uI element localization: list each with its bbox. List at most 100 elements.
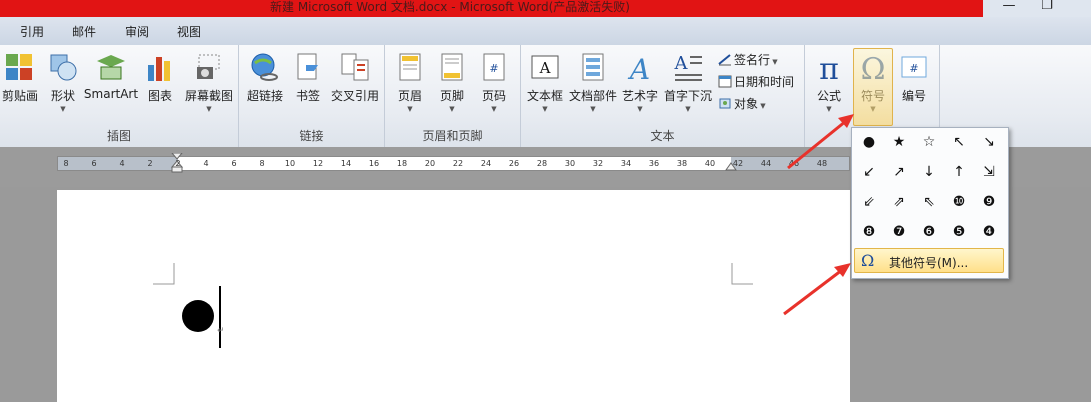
numbering-label: 编号 xyxy=(901,89,926,103)
ruler-tick: 18 xyxy=(396,159,408,168)
symbol-cell[interactable]: ⇲ xyxy=(976,159,1002,185)
ruler-tick: 28 xyxy=(536,159,548,168)
ruler-tick: 32 xyxy=(592,159,604,168)
textbox-label: 文本框 xyxy=(526,89,563,103)
date-time-label: 日期和时间 xyxy=(734,75,795,89)
ruler-tick: 44 xyxy=(760,159,772,168)
symbol-cell[interactable]: ↓ xyxy=(916,159,942,185)
signature-line-button[interactable]: 签名行 ▼ xyxy=(718,51,778,68)
ruler-tick: 48 xyxy=(816,159,828,168)
quick-parts-label: 文档部件 xyxy=(568,89,617,103)
ruler-tick: 34 xyxy=(620,159,632,168)
more-symbols-label: 其他符号(M)... xyxy=(889,256,969,270)
omega-icon: Ω xyxy=(861,251,875,270)
clipart-icon xyxy=(6,54,32,80)
symbol-cell[interactable]: ⇖ xyxy=(916,189,942,215)
tab-review[interactable]: 审阅 xyxy=(125,23,149,40)
symbol-cell[interactable]: ↙ xyxy=(856,159,882,185)
header-footer-group: 页眉 ▼ 页脚 ▼ # 页码 ▼ 页眉和页脚 xyxy=(385,45,521,147)
symbol-cell[interactable]: ❹ xyxy=(976,219,1002,245)
svg-text:A: A xyxy=(539,59,551,77)
ruler-tick: 2 xyxy=(175,159,181,168)
symbol-cell[interactable]: ⇗ xyxy=(886,189,912,215)
ruler-tick: 42 xyxy=(732,159,744,168)
tab-view[interactable]: 视图 xyxy=(177,23,201,40)
footer-icon xyxy=(441,53,463,81)
footer-label: 页脚 xyxy=(439,89,464,103)
links-group: 超链接 书签 交叉引用 链接 xyxy=(239,45,385,147)
chevron-down-icon: ▼ xyxy=(826,105,832,113)
ruler-tick: 10 xyxy=(284,159,296,168)
svg-text:π: π xyxy=(819,52,839,83)
window-controls: — ❐ xyxy=(983,0,1091,17)
illustrations-group-label: 插图 xyxy=(106,129,131,143)
ruler-tick: 26 xyxy=(508,159,520,168)
page-number-label: 页码 xyxy=(481,89,506,103)
symbol-cell[interactable]: ❿ xyxy=(946,189,972,215)
symbol-cell[interactable]: ❻ xyxy=(916,219,942,245)
symbol-cell[interactable]: ↗ xyxy=(886,159,912,185)
chart-icon xyxy=(148,57,170,81)
bookmark-icon xyxy=(297,53,318,80)
ruler-tick: 8 xyxy=(63,159,69,168)
ruler-tick: 14 xyxy=(340,159,352,168)
text-group-label: 文本 xyxy=(650,129,675,143)
symbol-cell[interactable]: ↖ xyxy=(946,129,972,155)
more-symbols-button[interactable]: Ω 其他符号(M)... xyxy=(854,248,1004,273)
chevron-down-icon: ▼ xyxy=(449,105,455,113)
ruler-tick: 30 xyxy=(564,159,576,168)
document-page[interactable]: ↵ xyxy=(57,190,850,402)
header-footer-group-label: 页眉和页脚 xyxy=(422,129,483,143)
ruler-tick: 24 xyxy=(480,159,492,168)
calendar-icon xyxy=(718,75,732,88)
chart-label: 图表 xyxy=(147,89,172,103)
tab-references[interactable]: 引用 xyxy=(20,23,44,40)
symbol-cell[interactable]: ❾ xyxy=(976,189,1002,215)
numbering-icon: # xyxy=(901,56,927,78)
chevron-down-icon: ▼ xyxy=(637,105,643,113)
symbol-cell[interactable]: ❽ xyxy=(856,219,882,245)
smartart-icon xyxy=(97,55,125,80)
restore-button[interactable]: ❐ xyxy=(1033,0,1061,16)
object-button[interactable]: 对象 ▼ xyxy=(718,95,766,112)
symbol-cell[interactable]: ☆ xyxy=(916,129,942,155)
chevron-down-icon: ▼ xyxy=(407,105,413,113)
title-bar: 新建 Microsoft Word 文档.docx - Microsoft Wo… xyxy=(0,0,1091,17)
symbol-cell[interactable]: ❺ xyxy=(946,219,972,245)
symbol-cell[interactable]: ★ xyxy=(886,129,912,155)
object-icon xyxy=(719,98,731,109)
chevron-down-icon: ▼ xyxy=(758,102,766,110)
symbol-cell[interactable]: ↑ xyxy=(946,159,972,185)
signature-icon xyxy=(718,54,731,66)
margin-corner-top-left xyxy=(153,263,175,285)
date-time-button[interactable]: 日期和时间 xyxy=(718,73,794,90)
chevron-down-icon: ▼ xyxy=(770,58,778,66)
ruler-tick: 4 xyxy=(119,159,125,168)
equation-label: 公式 xyxy=(816,89,841,103)
ruler-tick: 20 xyxy=(424,159,436,168)
window-title: 新建 Microsoft Word 文档.docx - Microsoft Wo… xyxy=(270,0,630,14)
symbol-cell[interactable]: ↘ xyxy=(976,129,1002,155)
symbol-cell[interactable]: ❼ xyxy=(886,219,912,245)
symbol-cell[interactable]: ● xyxy=(856,129,882,155)
tab-mailings[interactable]: 邮件 xyxy=(72,23,96,40)
ruler-tick: 6 xyxy=(91,159,97,168)
pi-icon: π xyxy=(819,52,839,83)
ruler-tick: 16 xyxy=(368,159,380,168)
links-group-label: 链接 xyxy=(299,129,324,143)
ruler-tick: 2 xyxy=(147,159,153,168)
quick-parts-icon xyxy=(582,53,604,81)
screenshot-icon xyxy=(197,54,220,79)
horizontal-ruler[interactable]: 8 6 4 2 2 4 6 8 10 12 14 16 18 20 22 24 26 28 30 32 34 36 38 40… xyxy=(57,153,850,173)
paragraph-mark-icon: ↵ xyxy=(217,326,225,336)
textbox-icon: A xyxy=(531,55,559,79)
svg-text:#: # xyxy=(489,62,498,75)
object-label: 对象 xyxy=(734,97,759,111)
symbol-cell[interactable]: ⇙ xyxy=(856,189,882,215)
minimize-button[interactable]: — xyxy=(995,0,1023,16)
chevron-down-icon: ▼ xyxy=(206,105,212,113)
chevron-down-icon: ▼ xyxy=(60,105,66,113)
svg-text:A: A xyxy=(674,53,689,74)
page-number-icon: # xyxy=(483,53,505,81)
chevron-down-icon: ▼ xyxy=(542,105,548,113)
